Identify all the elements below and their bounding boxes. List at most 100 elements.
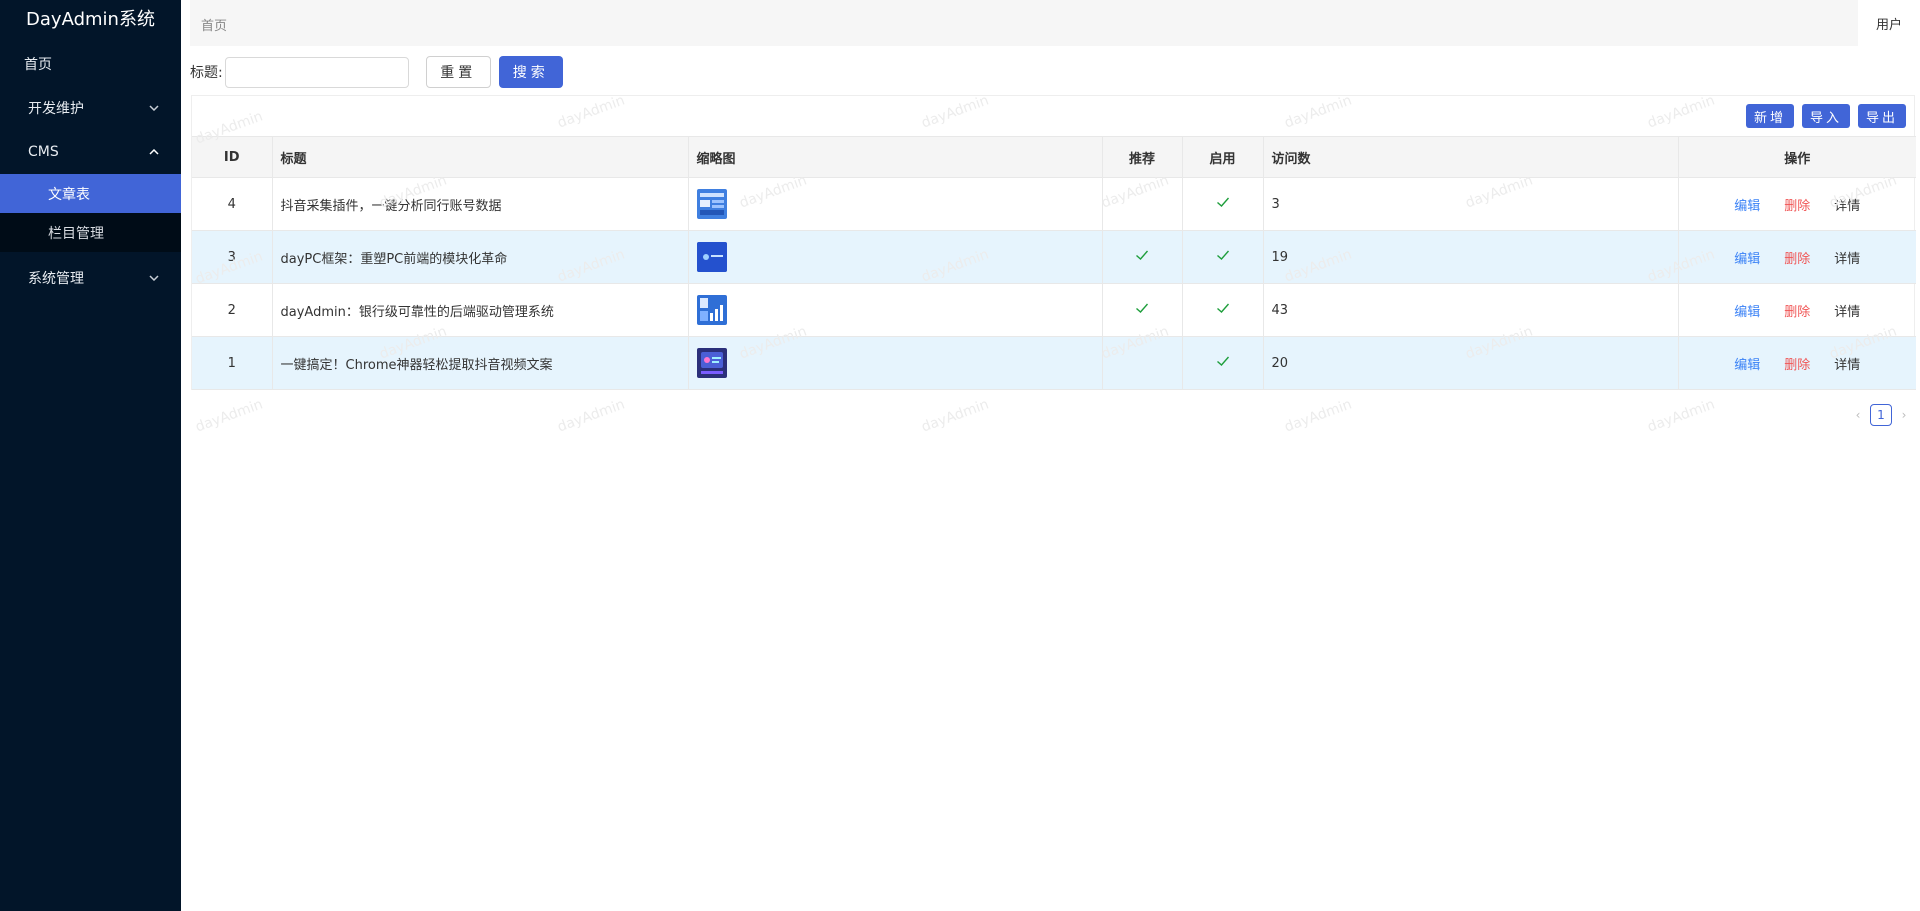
cell-enabled <box>1182 230 1264 284</box>
delete-link[interactable]: 删除 <box>1784 301 1810 320</box>
column-header-visits[interactable]: 访问数 <box>1263 136 1679 178</box>
sidebar: DayAdmin系统 首页 开发维护 CMS 文章表 栏目管理 系统管理 <box>0 0 181 911</box>
table-toolbar: 新增 导入 导出 <box>1745 104 1914 128</box>
cell-thumbnail <box>688 283 1103 337</box>
table-row[interactable]: 4 抖音采集插件，一键分析同行账号数据 3 编辑 删除 详情 <box>192 177 1916 231</box>
column-header-id[interactable]: ID <box>192 136 273 178</box>
title-filter-label: 标题: <box>190 65 223 81</box>
user-menu-button[interactable]: 用户 <box>1858 0 1920 46</box>
detail-link[interactable]: 详情 <box>1834 301 1860 320</box>
breadcrumb[interactable]: 首页 <box>201 15 227 34</box>
cell-title: 抖音采集插件，一键分析同行账号数据 <box>272 177 689 231</box>
delete-link[interactable]: 删除 <box>1784 195 1810 214</box>
detail-link[interactable]: 详情 <box>1834 354 1860 373</box>
search-button[interactable]: 搜索 <box>498 56 563 88</box>
cell-id: 4 <box>192 177 273 231</box>
cell-actions: 编辑 删除 详情 <box>1678 230 1916 284</box>
chevron-left-icon[interactable]: ‹ <box>1852 408 1864 422</box>
import-button[interactable]: 导入 <box>1801 104 1850 128</box>
chevron-right-icon[interactable]: › <box>1898 408 1910 422</box>
edit-link[interactable]: 编辑 <box>1734 301 1760 320</box>
cell-thumbnail <box>688 336 1103 390</box>
edit-link[interactable]: 编辑 <box>1734 195 1760 214</box>
pagination: ‹ 1 › <box>1852 404 1910 426</box>
sidebar-item-articles[interactable]: 文章表 <box>0 174 181 213</box>
thumbnail-image[interactable] <box>696 348 727 378</box>
watermark-text: dayAdmin <box>555 396 627 436</box>
sidebar-group-cms[interactable]: CMS <box>0 130 181 174</box>
articles-panel: 新增 导入 导出 ID 标题 缩略图 推荐 启用 访问数 操作 4 抖音采集插件… <box>191 95 1916 390</box>
chevron-down-icon <box>147 271 161 285</box>
sidebar-item-categories[interactable]: 栏目管理 <box>0 213 181 252</box>
articles-table: ID 标题 缩略图 推荐 启用 访问数 操作 4 抖音采集插件，一键分析同行账号… <box>192 136 1916 390</box>
table-row[interactable]: 1 一键搞定！Chrome神器轻松提取抖音视频文案 20 编辑 删除 详情 <box>192 336 1916 390</box>
check-icon <box>1216 356 1229 366</box>
title-search-input[interactable] <box>224 56 409 88</box>
check-icon <box>1136 303 1149 313</box>
table-row[interactable]: 2 dayAdmin：银行级可靠性的后端驱动管理系统 43 编辑 删除 详情 <box>192 283 1916 337</box>
cell-id: 3 <box>192 230 273 284</box>
check-icon <box>1136 250 1149 260</box>
cell-visits: 19 <box>1263 230 1679 284</box>
cell-recommend <box>1102 283 1183 337</box>
watermark-text: dayAdmin <box>919 396 991 436</box>
cell-recommend <box>1102 230 1183 284</box>
cell-actions: 编辑 删除 详情 <box>1678 177 1916 231</box>
cell-visits: 3 <box>1263 177 1679 231</box>
detail-link[interactable]: 详情 <box>1834 248 1860 267</box>
cell-enabled <box>1182 336 1264 390</box>
column-header-enabled[interactable]: 启用 <box>1182 136 1264 178</box>
cell-visits: 43 <box>1263 283 1679 337</box>
watermark-text: dayAdmin <box>193 396 265 436</box>
column-header-recommend[interactable]: 推荐 <box>1102 136 1183 178</box>
thumbnail-image[interactable] <box>696 295 727 325</box>
column-header-thumbnail[interactable]: 缩略图 <box>688 136 1103 178</box>
column-header-title[interactable]: 标题 <box>272 136 689 178</box>
sidebar-group-system[interactable]: 系统管理 <box>0 256 181 300</box>
sidebar-item-label: 栏目管理 <box>48 225 104 242</box>
sidebar-item-label: 首页 <box>24 57 52 73</box>
add-button[interactable]: 新增 <box>1745 104 1794 128</box>
cell-recommend <box>1102 177 1183 231</box>
app-title: DayAdmin系统 <box>26 9 155 30</box>
sidebar-group-devops[interactable]: 开发维护 <box>0 86 181 130</box>
search-form: 标题: 重置 搜索 <box>190 56 563 88</box>
reset-button[interactable]: 重置 <box>425 56 491 88</box>
cell-id: 1 <box>192 336 273 390</box>
cell-title: 一键搞定！Chrome神器轻松提取抖音视频文案 <box>272 336 689 390</box>
check-icon <box>1216 197 1229 207</box>
edit-link[interactable]: 编辑 <box>1734 354 1760 373</box>
cell-title: dayPC框架：重塑PC前端的模块化革命 <box>272 230 689 284</box>
cms-submenu: 文章表 栏目管理 <box>0 174 181 252</box>
delete-link[interactable]: 删除 <box>1784 248 1810 267</box>
delete-link[interactable]: 删除 <box>1784 354 1810 373</box>
cell-thumbnail <box>688 230 1103 284</box>
table-row[interactable]: 3 dayPC框架：重塑PC前端的模块化革命 19 编辑 删除 详情 <box>192 230 1916 284</box>
sidebar-item-label: 文章表 <box>48 186 90 203</box>
edit-link[interactable]: 编辑 <box>1734 248 1760 267</box>
check-icon <box>1216 250 1229 260</box>
cell-actions: 编辑 删除 详情 <box>1678 336 1916 390</box>
cell-recommend <box>1102 336 1183 390</box>
chevron-up-icon <box>147 145 161 159</box>
check-icon <box>1216 303 1229 313</box>
chevron-down-icon <box>147 101 161 115</box>
sidebar-group-label: 系统管理 <box>28 271 84 287</box>
thumbnail-image[interactable] <box>696 242 727 272</box>
cell-id: 2 <box>192 283 273 337</box>
cell-title: dayAdmin：银行级可靠性的后端驱动管理系统 <box>272 283 689 337</box>
table-header-row: ID 标题 缩略图 推荐 启用 访问数 操作 <box>192 136 1916 178</box>
page-number-current[interactable]: 1 <box>1870 404 1892 426</box>
cell-enabled <box>1182 177 1264 231</box>
sidebar-group-label: CMS <box>28 144 59 160</box>
cell-enabled <box>1182 283 1264 337</box>
top-bar: 首页 用户 <box>190 0 1920 46</box>
cell-thumbnail <box>688 177 1103 231</box>
column-header-actions: 操作 <box>1678 136 1916 178</box>
detail-link[interactable]: 详情 <box>1834 195 1860 214</box>
thumbnail-image[interactable] <box>696 189 727 219</box>
cell-actions: 编辑 删除 详情 <box>1678 283 1916 337</box>
export-button[interactable]: 导出 <box>1857 104 1906 128</box>
sidebar-group-label: 开发维护 <box>28 101 84 117</box>
sidebar-item-home[interactable]: 首页 <box>0 42 181 86</box>
